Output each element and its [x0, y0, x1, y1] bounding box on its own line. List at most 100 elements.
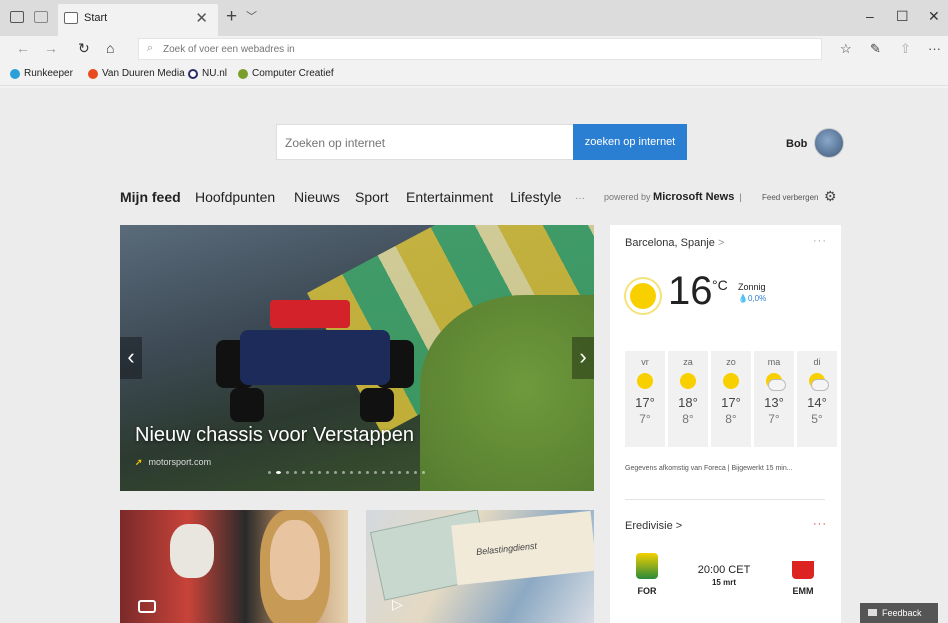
tab-preview-icon[interactable]: ﹀	[246, 8, 257, 24]
minimize-button[interactable]: –	[866, 8, 874, 24]
new-tab-button[interactable]: +	[226, 6, 237, 28]
carousel-dot[interactable]	[318, 471, 321, 474]
hide-feed-link[interactable]: Feed verbergen	[762, 193, 818, 202]
away-team[interactable]: EMM	[788, 553, 818, 596]
partly-cloudy-icon	[766, 373, 786, 391]
carousel-dot[interactable]	[268, 471, 271, 474]
news-tile-video[interactable]: Belastingdienst ▷	[366, 510, 594, 623]
web-search-button[interactable]: zoeken op internet	[573, 124, 687, 160]
user-name[interactable]: Bob	[786, 138, 807, 150]
news-tile-photo[interactable]	[120, 510, 348, 623]
navigation-bar: ← → ↻ ⌂ ⌕ ☆ ✎ ⇧ ···	[0, 36, 948, 62]
forecast-day[interactable]: za 18° 8°	[668, 351, 708, 447]
favorites-bar: Runkeeper Van Duuren Media NU.nl Compute…	[0, 64, 948, 86]
forecast-day[interactable]: ma 13° 7°	[754, 351, 794, 447]
favorite-computer-creatief[interactable]: Computer Creatief	[238, 68, 334, 79]
address-input[interactable]	[163, 42, 803, 57]
carousel-dot[interactable]	[390, 471, 393, 474]
sun-icon	[637, 373, 653, 389]
address-bar[interactable]: ⌕	[138, 38, 822, 60]
partly-cloudy-icon	[809, 373, 829, 391]
carousel-dot[interactable]	[374, 471, 377, 474]
close-tab-icon[interactable]: ✕	[195, 9, 208, 27]
sun-icon	[723, 373, 739, 389]
new-tab-page: zoeken op internet Bob Mijn feed Hoofdpu…	[0, 88, 948, 623]
refresh-icon[interactable]: ↻	[78, 40, 90, 57]
tab-actions-icon[interactable]	[10, 11, 24, 23]
league-title[interactable]: Eredivisie >	[625, 520, 682, 532]
feed-more-button[interactable]: ···	[575, 193, 585, 204]
avatar[interactable]	[814, 128, 844, 158]
emmen-crest-icon	[792, 553, 814, 579]
weather-condition: Zonnig	[738, 282, 766, 292]
forecast-day[interactable]: di 14° 5°	[797, 351, 837, 447]
tab-start[interactable]: Start ✕	[58, 4, 218, 36]
close-window-button[interactable]: ✕	[928, 8, 940, 25]
forward-icon[interactable]: →	[44, 40, 58, 56]
favorite-nu[interactable]: NU.nl	[188, 68, 227, 79]
favorite-van-duuren[interactable]: Van Duuren Media	[88, 68, 185, 79]
weather-menu-button[interactable]: ···	[813, 235, 827, 247]
play-icon: ▷	[392, 596, 403, 612]
back-icon[interactable]: ←	[16, 40, 30, 56]
hero-headline[interactable]: Nieuw chassis voor Verstappen	[135, 424, 414, 447]
search-icon: ⌕	[147, 42, 154, 54]
hero-source: ➚ motorsport.com	[135, 457, 212, 467]
carousel-dot[interactable]	[276, 471, 281, 474]
web-search-input[interactable]	[285, 134, 565, 152]
sun-icon	[680, 373, 696, 389]
microsoft-news-label: Microsoft News	[653, 191, 735, 203]
tab-mijn-feed[interactable]: Mijn feed	[120, 189, 181, 205]
carousel-dot[interactable]	[398, 471, 401, 474]
tab-nieuws[interactable]: Nieuws	[294, 189, 340, 205]
fortuna-crest-icon	[636, 553, 658, 579]
hero-carousel[interactable]: ‹ › Nieuw chassis voor Verstappen ➚ motor…	[120, 225, 594, 491]
carousel-dot[interactable]	[310, 471, 313, 474]
home-icon[interactable]: ⌂	[106, 40, 114, 56]
share-icon[interactable]: ⇧	[900, 41, 911, 57]
weather-credit[interactable]: Gegevens afkomstig van Foreca | Bijgewer…	[625, 465, 793, 472]
carousel-prev-button[interactable]: ‹	[120, 337, 142, 379]
camera-icon	[138, 600, 156, 613]
carousel-dot[interactable]	[406, 471, 409, 474]
tab-lifestyle[interactable]: Lifestyle	[510, 189, 561, 205]
carousel-dot[interactable]	[366, 471, 369, 474]
sun-icon	[630, 283, 656, 309]
temperature-unit[interactable]: °C	[712, 277, 728, 293]
feedback-button[interactable]: Feedback	[860, 603, 938, 623]
forecast-day[interactable]: vr 17° 7°	[625, 351, 665, 447]
carousel-dot[interactable]	[382, 471, 385, 474]
set-aside-tabs-icon[interactable]	[34, 11, 48, 23]
carousel-dot[interactable]	[334, 471, 337, 474]
skull-mask-image	[170, 524, 214, 578]
van-duuren-icon	[88, 68, 98, 79]
motorsport-logo-icon: ➚	[135, 457, 143, 467]
pen-icon[interactable]: ✎	[870, 41, 881, 57]
gear-icon[interactable]: ⚙	[824, 188, 837, 205]
tab-entertainment[interactable]: Entertainment	[406, 189, 493, 205]
carousel-dot[interactable]	[350, 471, 353, 474]
carousel-dot[interactable]	[414, 471, 417, 474]
carousel-dot[interactable]	[342, 471, 345, 474]
carousel-dot[interactable]	[286, 471, 289, 474]
carousel-dot[interactable]	[294, 471, 297, 474]
tab-hoofdpunten[interactable]: Hoofdpunten	[195, 189, 275, 205]
carousel-dot[interactable]	[302, 471, 305, 474]
start-page-icon	[64, 12, 78, 24]
sports-menu-button[interactable]: ···	[813, 518, 827, 530]
more-icon[interactable]: ···	[928, 41, 941, 56]
favorites-star-icon[interactable]: ☆	[840, 41, 852, 57]
weather-location[interactable]: Barcelona, Spanje >	[625, 237, 724, 249]
favorite-runkeeper[interactable]: Runkeeper	[10, 68, 73, 79]
forecast-day[interactable]: zo 17° 8°	[711, 351, 751, 447]
tab-sport[interactable]: Sport	[355, 189, 388, 205]
home-team[interactable]: FOR	[632, 553, 662, 596]
carousel-next-button[interactable]: ›	[572, 337, 594, 379]
maximize-button[interactable]: ☐	[896, 8, 909, 25]
carousel-dot[interactable]	[422, 471, 425, 474]
carousel-dot[interactable]	[326, 471, 329, 474]
current-temperature: 16	[668, 269, 713, 313]
web-search-box[interactable]	[276, 124, 574, 160]
match-kickoff[interactable]: 20:00 CET 15 mrt	[694, 564, 754, 587]
carousel-dot[interactable]	[358, 471, 361, 474]
